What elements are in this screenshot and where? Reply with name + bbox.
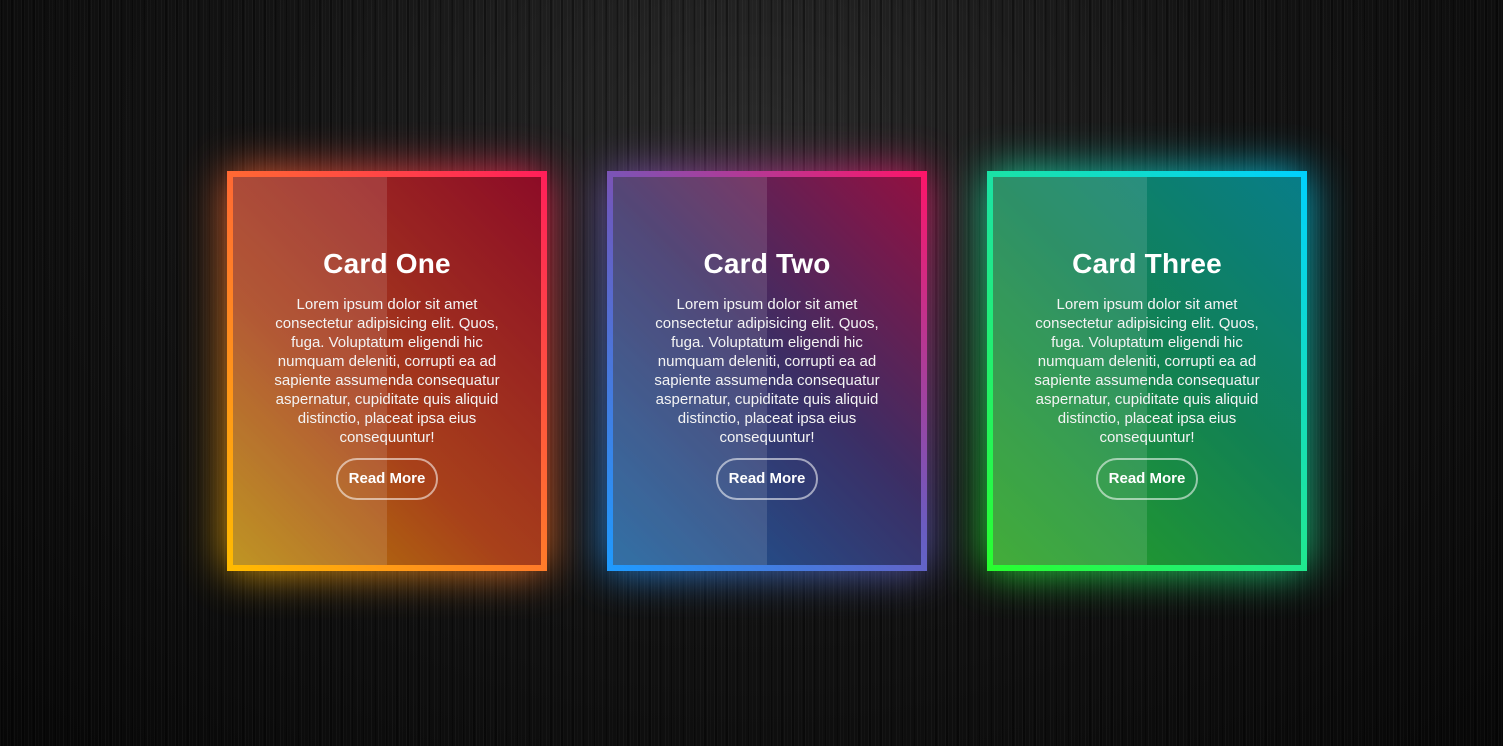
card-body: Lorem ipsum dolor sit amet consectetur a…: [274, 296, 500, 446]
card-title: Card Three: [1072, 248, 1222, 279]
card-three: Card Three Lorem ipsum dolor sit amet co…: [987, 171, 1307, 571]
card-body: Lorem ipsum dolor sit amet consectetur a…: [1034, 296, 1260, 446]
card-one: Card One Lorem ipsum dolor sit amet cons…: [227, 171, 547, 571]
read-more-button[interactable]: Read More: [715, 458, 819, 500]
page-background: Card One Lorem ipsum dolor sit amet cons…: [0, 0, 1503, 746]
read-more-button[interactable]: Read More: [335, 458, 439, 500]
card-content: Card Three Lorem ipsum dolor sit amet co…: [993, 177, 1301, 565]
card-title: Card One: [323, 248, 451, 279]
card-body: Lorem ipsum dolor sit amet consectetur a…: [654, 296, 880, 446]
read-more-button[interactable]: Read More: [1095, 458, 1199, 500]
card-title: Card Two: [703, 248, 831, 279]
card-content: Card One Lorem ipsum dolor sit amet cons…: [233, 177, 541, 565]
card-two: Card Two Lorem ipsum dolor sit amet cons…: [607, 171, 927, 571]
card-content: Card Two Lorem ipsum dolor sit amet cons…: [613, 177, 921, 565]
